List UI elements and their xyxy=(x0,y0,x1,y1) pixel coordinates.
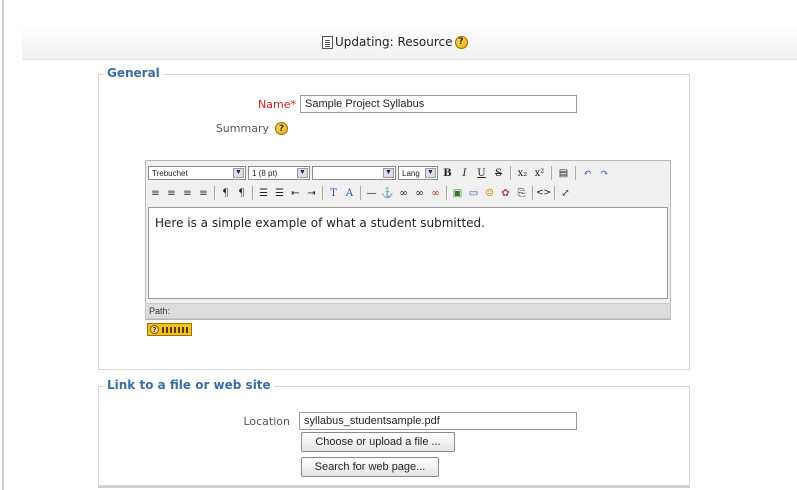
toolbar-separator xyxy=(554,186,555,200)
toolbar-separator xyxy=(446,186,447,200)
search-replace-button[interactable]: ⎘ xyxy=(514,186,529,201)
lang-select[interactable]: Lang ▼ xyxy=(398,166,438,180)
text-color-button[interactable]: T xyxy=(326,186,341,201)
chevron-down-icon: ▼ xyxy=(297,168,308,178)
font-select[interactable]: Trebuchet ▼ xyxy=(148,166,246,180)
align-right-button[interactable]: ≡ xyxy=(180,186,195,201)
size-select[interactable]: 1 (8 pt) ▼ xyxy=(248,166,310,180)
insert-image-button[interactable]: ▣ xyxy=(450,186,465,201)
horizontal-rule-button[interactable]: — xyxy=(364,186,379,201)
toolbar-separator xyxy=(360,186,361,200)
smiley-button[interactable]: ☺ xyxy=(482,186,497,201)
chevron-down-icon: ▼ xyxy=(383,168,394,178)
toolbar-separator xyxy=(510,166,511,180)
editor-toolbar-row-1: Trebuchet ▼ 1 (8 pt) ▼ ▼ Lang ▼ B I U S … xyxy=(148,163,612,183)
summary-label-text: Summary xyxy=(215,122,269,135)
redo-button[interactable]: ↷ xyxy=(597,166,612,181)
anchor-button[interactable]: ⚓ xyxy=(380,186,395,201)
editor-help-button[interactable]: ? xyxy=(147,323,192,336)
name-label: Name* xyxy=(220,98,296,111)
editor-path-bar: Path: xyxy=(145,303,671,319)
chevron-down-icon: ▼ xyxy=(233,168,244,178)
section-bottom-border xyxy=(98,486,690,488)
help-icon: ? xyxy=(150,325,159,334)
align-left-button[interactable]: ≡ xyxy=(148,186,163,201)
summary-label: Summary ? xyxy=(196,122,288,135)
fullscreen-button[interactable]: ⤢ xyxy=(558,186,573,201)
keyboard-icon xyxy=(162,326,188,333)
indent-button[interactable]: ⇥ xyxy=(304,186,319,201)
html-editor: Trebuchet ▼ 1 (8 pt) ▼ ▼ Lang ▼ B I U S … xyxy=(145,160,671,320)
special-char-button[interactable]: ✿ xyxy=(498,186,513,201)
superscript-button[interactable]: x² xyxy=(532,166,547,181)
link-button[interactable]: ∞ xyxy=(396,186,411,201)
lang-select-value: Lang xyxy=(402,168,420,178)
html-source-button[interactable]: <> xyxy=(536,186,551,201)
outdent-button[interactable]: ⇤ xyxy=(288,186,303,201)
background-color-button[interactable]: A xyxy=(342,186,357,201)
size-select-value: 1 (8 pt) xyxy=(252,168,278,178)
toolbar-separator xyxy=(322,186,323,200)
underline-button[interactable]: U xyxy=(474,166,489,181)
toolbar-separator xyxy=(252,186,253,200)
editor-content-area[interactable]: Here is a simple example of what a stude… xyxy=(148,207,668,299)
ltr-button[interactable]: ¶ xyxy=(218,186,233,201)
required-mark: * xyxy=(290,98,297,111)
name-field[interactable] xyxy=(300,95,577,113)
toolbar-separator xyxy=(575,166,576,180)
name-label-text: Name xyxy=(258,98,291,111)
subscript-button[interactable]: x₂ xyxy=(515,166,530,181)
ordered-list-button[interactable]: ☰ xyxy=(256,186,271,201)
editor-toolbar-row-2: ≡ ≡ ≡ ≡ ¶ ¶ ☰ ☰ ⇤ ⇥ T A — ⚓ ∞ ∞ ∞ ▣ ▭ ☺ … xyxy=(148,183,573,203)
location-label: Location xyxy=(243,415,290,428)
toolbar-separator xyxy=(214,186,215,200)
align-center-button[interactable]: ≡ xyxy=(164,186,179,201)
help-icon[interactable]: ? xyxy=(454,35,468,49)
page-title: Updating: Resource ? xyxy=(322,34,468,50)
choose-upload-file-button[interactable]: Choose or upload a file ... xyxy=(301,432,455,452)
link-legend[interactable]: Link to a file or web site xyxy=(104,378,274,392)
page-left-border xyxy=(2,0,4,490)
style-select[interactable]: ▼ xyxy=(312,166,396,180)
toolbar-separator xyxy=(532,186,533,200)
insert-table-button[interactable]: ▭ xyxy=(466,186,481,201)
page-title-text: Updating: Resource xyxy=(335,35,453,49)
search-web-page-button[interactable]: Search for web page... xyxy=(301,457,439,477)
resource-icon xyxy=(322,35,333,49)
font-select-value: Trebuchet xyxy=(152,168,188,178)
strikethrough-button[interactable]: S xyxy=(491,166,506,181)
italic-button[interactable]: I xyxy=(457,166,472,181)
justify-button[interactable]: ≡ xyxy=(196,186,211,201)
nolink-button[interactable]: ∞ xyxy=(428,186,443,201)
bold-button[interactable]: B xyxy=(440,166,455,181)
rtl-button[interactable]: ¶ xyxy=(234,186,249,201)
summary-help-icon[interactable]: ? xyxy=(275,122,288,135)
undo-button[interactable]: ↶ xyxy=(580,166,595,181)
clean-word-button[interactable]: ▤ xyxy=(556,166,571,181)
toolbar-separator xyxy=(551,166,552,180)
unlink-button[interactable]: ∞ xyxy=(412,186,427,201)
unordered-list-button[interactable]: ☰ xyxy=(272,186,287,201)
location-field[interactable] xyxy=(299,412,577,430)
general-legend[interactable]: General xyxy=(104,66,163,80)
chevron-down-icon: ▼ xyxy=(425,168,436,178)
